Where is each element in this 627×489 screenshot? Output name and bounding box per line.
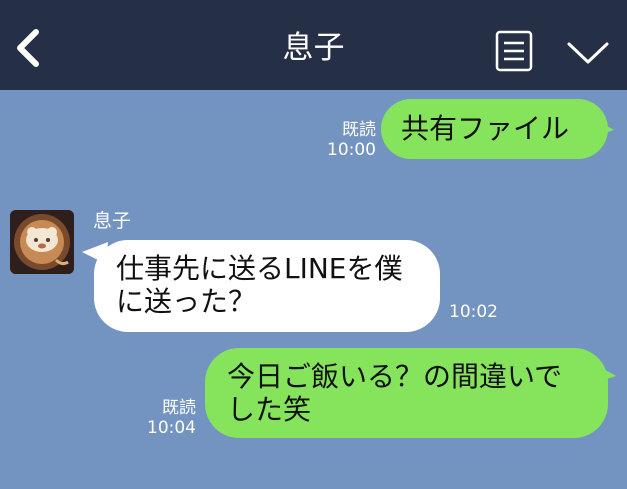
message-time: 10:00 xyxy=(327,140,376,160)
read-status: 既読 xyxy=(342,120,376,140)
message-bubble-received[interactable]: 仕事先に送るLINEを僕 に送った？ xyxy=(94,240,440,332)
message-bubble-sent[interactable]: 今日ご飯いる？の間違いで した笑 xyxy=(205,348,608,438)
chevron-down-icon xyxy=(567,42,609,64)
message-text: 今日ご飯いる？の間違いで した笑 xyxy=(227,360,563,426)
message-bubble-sent[interactable]: 共有ファイル xyxy=(381,99,608,159)
message-meta: 既読 10:00 xyxy=(320,120,376,160)
sender-name: 息子 xyxy=(93,210,132,232)
chat-header: 息子 xyxy=(0,0,627,90)
message-text: 仕事先に送るLINEを僕 に送った？ xyxy=(116,252,403,318)
chat-area[interactable]: 既読 10:00 共有ファイル 息子 仕事先に送るLINEを僕 に送った？ 10… xyxy=(0,90,627,489)
read-status: 既読 xyxy=(162,398,196,418)
message-text: 共有ファイル xyxy=(401,112,570,145)
message-time: 10:04 xyxy=(147,418,196,438)
notes-button[interactable] xyxy=(494,30,534,72)
latte-art-avatar-icon xyxy=(10,210,74,274)
message-meta: 既読 10:04 xyxy=(140,398,196,438)
avatar[interactable] xyxy=(10,210,74,274)
menu-button[interactable] xyxy=(565,38,611,68)
notes-icon xyxy=(495,30,533,72)
message-time: 10:02 xyxy=(449,302,498,322)
